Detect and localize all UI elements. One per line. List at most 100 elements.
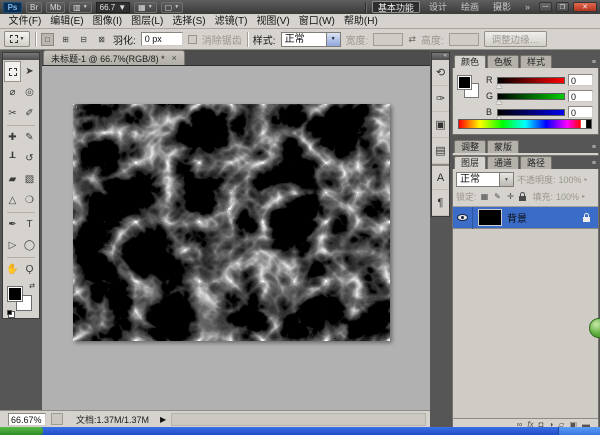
tool-pen[interactable]: ✒	[4, 214, 21, 235]
menu-view[interactable]: 视图(V)	[252, 14, 294, 29]
view-extras-button[interactable]: ▥▼	[69, 2, 92, 13]
red-slider-thumb[interactable]	[496, 84, 502, 88]
feather-input[interactable]: 0 px	[141, 32, 183, 46]
color-spectrum-ramp[interactable]	[458, 119, 592, 129]
panel-menu-icon[interactable]: ≡	[592, 144, 596, 151]
tool-dodge[interactable]: ❍	[21, 190, 38, 211]
minimize-button[interactable]: —	[539, 2, 552, 12]
history-panel-button[interactable]: ⟲	[432, 60, 449, 86]
toolbox-header[interactable]	[3, 53, 39, 60]
launch-bridge-button[interactable]: Br	[26, 2, 42, 13]
lock-image-pixels-icon[interactable]: ✎	[493, 192, 503, 201]
green-slider[interactable]	[497, 93, 565, 100]
workspace-basic-button[interactable]: 基本功能	[372, 1, 420, 13]
blue-slider[interactable]	[497, 109, 565, 116]
tool-eraser[interactable]: ▰	[4, 169, 21, 190]
horizontal-scrollbar[interactable]	[171, 413, 426, 426]
workspace-painting-button[interactable]: 绘画	[456, 1, 484, 13]
tool-move[interactable]: ➤	[21, 61, 38, 82]
status-zoom-input[interactable]: 66.67%	[8, 413, 46, 426]
canvas-image[interactable]	[73, 104, 390, 341]
panel-foreground-swatch[interactable]	[458, 76, 471, 89]
clone-source-panel-button[interactable]: ▣	[432, 112, 449, 138]
intersect-selection-button[interactable]: ⊠	[95, 33, 108, 46]
menu-help[interactable]: 帮助(H)	[339, 14, 382, 29]
document-tab[interactable]: 未标题-1 @ 66.7%(RGB/8) * ×	[43, 50, 185, 65]
tool-quick-selection[interactable]: ◎	[21, 82, 38, 103]
foreground-color-swatch[interactable]	[8, 287, 22, 301]
tool-path-selection[interactable]: ▷	[4, 235, 21, 256]
lock-all-icon[interactable]	[519, 196, 526, 201]
swap-colors-icon[interactable]: ⇄	[29, 282, 35, 290]
workspace-overflow-button[interactable]: »	[520, 1, 535, 13]
tab-paths[interactable]: 路径	[520, 156, 552, 169]
menu-layer[interactable]: 图层(L)	[127, 14, 168, 29]
pasteboard[interactable]	[42, 66, 430, 410]
launch-mini-bridge-button[interactable]: Mb	[46, 2, 65, 13]
subtract-selection-button[interactable]: ⊟	[77, 33, 90, 46]
tool-zoom[interactable]: Ǫ	[21, 259, 38, 280]
visibility-cell[interactable]	[453, 207, 473, 229]
tab-masks[interactable]: 蒙版	[487, 140, 519, 153]
layer-comps-panel-button[interactable]: ▤	[432, 138, 449, 164]
arrange-documents-button[interactable]: ▦▼	[134, 2, 157, 13]
red-slider[interactable]	[497, 77, 565, 84]
screen-mode-button[interactable]: ▢▼	[161, 2, 184, 13]
new-selection-button[interactable]: □	[41, 33, 54, 46]
menu-select[interactable]: 选择(S)	[168, 14, 210, 29]
tab-adjustments[interactable]: 调整	[454, 140, 486, 153]
panel-menu-icon[interactable]: ≡	[592, 160, 596, 167]
blue-value-input[interactable]: 0	[568, 106, 593, 118]
tool-shape[interactable]: ◯	[21, 235, 38, 256]
paragraph-panel-button[interactable]: ¶	[432, 190, 449, 216]
tool-blur[interactable]: △	[4, 190, 21, 211]
restore-button[interactable]: ❐	[556, 2, 569, 12]
tool-crop[interactable]: ✂	[4, 103, 21, 124]
green-slider-thumb[interactable]	[496, 100, 502, 104]
brushes-panel-button[interactable]: ✑	[432, 86, 449, 112]
tab-color[interactable]: 颜色	[454, 55, 486, 68]
tab-swatches[interactable]: 色板	[487, 55, 519, 68]
tab-styles[interactable]: 样式	[520, 55, 552, 68]
layer-thumbnail[interactable]	[478, 209, 502, 226]
tab-channels[interactable]: 通道	[487, 156, 519, 169]
tool-gradient[interactable]: ▨	[21, 169, 38, 190]
workspace-photography-button[interactable]: 摄影	[488, 1, 516, 13]
red-value-input[interactable]: 0	[568, 74, 593, 86]
tool-brush[interactable]: ✎	[21, 127, 38, 148]
width-input[interactable]	[373, 33, 403, 46]
style-dropdown[interactable]: 正常 ▼	[281, 32, 341, 47]
tab-layers[interactable]: 图层	[454, 156, 486, 169]
menu-edit[interactable]: 编辑(E)	[46, 14, 88, 29]
status-options-icon[interactable]: ▶	[160, 415, 166, 424]
menu-file[interactable]: 文件(F)	[4, 14, 46, 29]
character-panel-button[interactable]: A	[432, 164, 449, 190]
tool-eyedropper[interactable]: ✐	[21, 103, 38, 124]
antialias-checkbox[interactable]	[188, 35, 197, 44]
layer-row-background[interactable]: 背景	[453, 207, 598, 229]
menu-filter[interactable]: 滤镜(T)	[210, 14, 252, 29]
link-dimensions-icon[interactable]: ⇄	[408, 34, 416, 45]
tool-clone-stamp[interactable]: ┸	[4, 148, 21, 169]
add-to-selection-button[interactable]: ⊞	[59, 33, 72, 46]
zoom-level-field[interactable]: 66.7▼	[96, 2, 131, 13]
tool-lasso[interactable]: ⌀	[4, 82, 21, 103]
menu-window[interactable]: 窗口(W)	[294, 14, 339, 29]
tool-type[interactable]: T	[21, 214, 38, 235]
lock-transparent-pixels-icon[interactable]: ▦	[480, 192, 490, 201]
close-button[interactable]: ✕	[573, 2, 597, 12]
panel-menu-icon[interactable]: ≡	[592, 59, 596, 66]
collapse-panels-icon[interactable]: «	[432, 53, 449, 60]
tool-preset-picker[interactable]: ▼	[4, 31, 30, 47]
height-input[interactable]	[449, 33, 479, 46]
layer-list-empty-area[interactable]	[453, 229, 598, 418]
lock-position-icon[interactable]: ✛	[506, 192, 516, 201]
tool-history-brush[interactable]: ↺	[21, 148, 38, 169]
tool-hand[interactable]: ✋	[4, 259, 21, 280]
opacity-value[interactable]: 100%	[559, 175, 582, 185]
fill-value[interactable]: 100%	[556, 192, 579, 202]
menu-image[interactable]: 图像(I)	[88, 14, 126, 29]
tool-rectangular-marquee[interactable]	[4, 61, 21, 82]
blend-mode-dropdown[interactable]: 正常 ▼	[456, 172, 514, 187]
workspace-design-button[interactable]: 设计	[424, 1, 452, 13]
